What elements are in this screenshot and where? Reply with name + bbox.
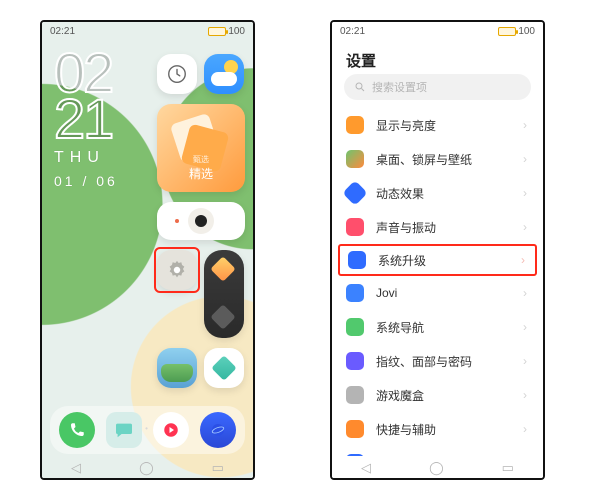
settings-row-system-upgrade-icon (348, 251, 366, 269)
settings-row-sound[interactable]: 声音与振动› (332, 210, 543, 244)
settings-row-motion-label: 动态效果 (376, 185, 523, 202)
nav-home-icon[interactable]: ◯ (429, 461, 444, 474)
settings-row-navigation-label: 系统导航 (376, 319, 523, 336)
settings-row-accessibility-label: 快捷与辅助 (376, 421, 523, 438)
camera-lens-icon (188, 208, 214, 234)
phone-settings: 02:21 100 设置 搜索设置项 显示与亮度›桌面、锁屏与壁纸›动态效果›声… (330, 20, 545, 480)
cube-grey-icon (210, 304, 235, 329)
settings-row-jovi-icon (346, 284, 364, 302)
settings-row-accessibility-icon (346, 420, 364, 438)
app-camera[interactable] (157, 202, 245, 240)
app-weather[interactable] (204, 54, 244, 94)
settings-row-game-icon (346, 386, 364, 404)
nav-recent-icon[interactable]: ▭ (212, 461, 224, 474)
dock-phone[interactable] (59, 412, 95, 448)
search-input[interactable]: 搜索设置项 (344, 74, 531, 100)
settings-row-display-label: 显示与亮度 (376, 117, 523, 134)
settings-list[interactable]: 显示与亮度›桌面、锁屏与壁纸›动态效果›声音与振动›系统升级›Jovi›系统导航… (332, 108, 543, 456)
status-bar: 02:21 100 (42, 22, 253, 40)
dock-music[interactable] (153, 412, 189, 448)
battery-icon (208, 27, 226, 36)
chevron-right-icon: › (523, 388, 527, 402)
landscape-icon (161, 364, 193, 382)
settings-row-system-upgrade-label: 系统升级 (378, 252, 521, 269)
chevron-right-icon: › (523, 118, 527, 132)
dock-browser[interactable] (200, 412, 236, 448)
nav-back-icon[interactable]: ◁ (71, 461, 81, 474)
search-icon (354, 81, 366, 93)
highlight-settings (154, 247, 200, 293)
status-battery: 100 (208, 26, 245, 37)
globe-icon (209, 421, 227, 439)
settings-row-system-upgrade[interactable]: 系统升级› (338, 244, 537, 276)
settings-row-system-manage-label: 系统管理 (376, 455, 523, 457)
settings-row-wallpaper-label: 桌面、锁屏与壁纸 (376, 151, 523, 168)
clock-widget[interactable]: 02 21 THU 01 / 06 (54, 48, 118, 189)
app-gallery[interactable] (157, 348, 197, 388)
chevron-right-icon: › (523, 422, 527, 436)
nav-bar: ◁ ◯ ▭ (332, 458, 543, 476)
settings-row-jovi-label: Jovi (376, 286, 523, 300)
settings-row-sound-label: 声音与振动 (376, 219, 523, 236)
settings-row-accessibility[interactable]: 快捷与辅助› (332, 412, 543, 446)
chevron-right-icon: › (523, 152, 527, 166)
chat-icon (114, 422, 134, 438)
status-time: 02:21 (340, 26, 365, 37)
app-clock[interactable] (157, 54, 197, 94)
chevron-right-icon: › (523, 286, 527, 300)
nav-back-icon[interactable]: ◁ (361, 461, 371, 474)
music-icon (162, 421, 180, 439)
cloud-icon (211, 72, 237, 86)
chevron-right-icon: › (523, 186, 527, 200)
status-battery: 100 (498, 26, 535, 37)
clock-minutes: 21 (54, 94, 118, 144)
nav-home-icon[interactable]: ◯ (139, 461, 154, 474)
battery-icon (498, 27, 516, 36)
settings-row-motion[interactable]: 动态效果› (332, 176, 543, 210)
app-teal[interactable] (204, 348, 244, 388)
settings-row-navigation[interactable]: 系统导航› (332, 310, 543, 344)
dock (50, 406, 245, 454)
widget-featured[interactable]: 甄选 精选 (157, 104, 245, 192)
settings-row-wallpaper[interactable]: 桌面、锁屏与壁纸› (332, 142, 543, 176)
settings-row-jovi[interactable]: Jovi› (332, 276, 543, 310)
settings-page: 02:21 100 设置 搜索设置项 显示与亮度›桌面、锁屏与壁纸›动态效果›声… (332, 22, 543, 478)
settings-row-display-icon (346, 116, 364, 134)
chevron-right-icon: › (521, 253, 525, 267)
folder-dark[interactable] (204, 250, 244, 338)
settings-row-motion-icon (342, 180, 367, 205)
settings-row-navigation-icon (346, 318, 364, 336)
camera-led-icon (175, 219, 179, 223)
cube-teal-icon (211, 355, 236, 380)
settings-row-display[interactable]: 显示与亮度› (332, 108, 543, 142)
settings-row-system-manage-icon (346, 454, 364, 456)
phone-home: 02:21 100 02 21 THU 01 / 06 甄选 精选 (40, 20, 255, 480)
cube-orange-icon (210, 256, 235, 281)
chevron-right-icon: › (523, 320, 527, 334)
settings-row-biometrics[interactable]: 指纹、面部与密码› (332, 344, 543, 378)
page-title: 设置 (346, 50, 376, 71)
settings-row-biometrics-icon (346, 352, 364, 370)
settings-row-sound-icon (346, 218, 364, 236)
settings-row-game-label: 游戏魔盒 (376, 387, 523, 404)
chevron-right-icon: › (523, 354, 527, 368)
search-placeholder: 搜索设置项 (372, 79, 427, 95)
chevron-right-icon: › (523, 220, 527, 234)
settings-row-game[interactable]: 游戏魔盒› (332, 378, 543, 412)
status-bar: 02:21 100 (332, 22, 543, 40)
featured-label: 甄选 精选 (157, 154, 245, 182)
settings-row-biometrics-label: 指纹、面部与密码 (376, 353, 523, 370)
clock-icon (166, 63, 188, 85)
nav-recent-icon[interactable]: ▭ (502, 461, 514, 474)
nav-bar: ◁ ◯ ▭ (42, 458, 253, 476)
settings-row-system-manage[interactable]: 系统管理› (332, 446, 543, 456)
status-time: 02:21 (50, 26, 75, 37)
dock-messages[interactable] (106, 412, 142, 448)
clock-date: 01 / 06 (54, 173, 118, 189)
clock-dow: THU (54, 149, 118, 167)
settings-row-wallpaper-icon (346, 150, 364, 168)
phone-icon (68, 421, 86, 439)
